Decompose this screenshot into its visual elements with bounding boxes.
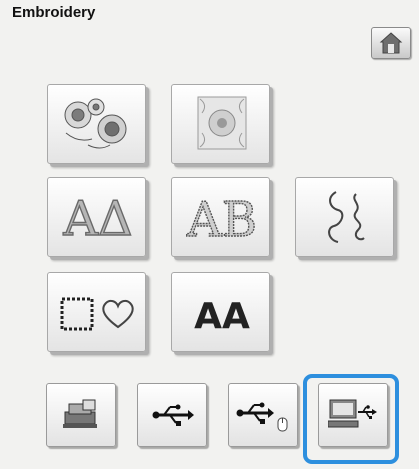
alphabet-decorative-icon: AB [185, 191, 257, 248]
alphabet-plain-icon: AΔ [62, 190, 134, 247]
usb-mouse-button[interactable] [228, 383, 298, 447]
frame-shapes-button[interactable] [47, 272, 146, 352]
usb-mouse-icon [236, 402, 288, 432]
usb-icon [152, 404, 194, 426]
selection-highlight [303, 374, 399, 464]
floral-frame-pattern-icon [197, 96, 247, 150]
flower-pattern-button[interactable] [47, 84, 146, 164]
machine-memory-button[interactable] [46, 383, 116, 447]
home-icon [379, 32, 403, 54]
alphabet-plain-button[interactable]: AΔ [47, 177, 146, 257]
usb-button[interactable] [137, 383, 207, 447]
frame-shapes-icon [60, 297, 134, 331]
utility-embroidery-button[interactable] [295, 177, 394, 257]
embroidery-screen: Embroidery AΔ AB AA [0, 0, 419, 469]
alphabet-outline-icon: AA [194, 296, 250, 337]
alphabet-decorative-button[interactable]: AB [171, 177, 270, 257]
svg-text:AA: AA [194, 296, 250, 337]
alphabet-outline-button[interactable]: AA [171, 272, 270, 352]
flower-pattern-icon [64, 98, 127, 149]
utility-embroidery-icon [328, 191, 365, 243]
home-button[interactable] [371, 27, 411, 59]
svg-text:AB: AB [186, 192, 257, 248]
page-title: Embroidery [12, 4, 96, 21]
svg-text:AΔ: AΔ [62, 191, 132, 247]
floral-frame-pattern-button[interactable] [171, 84, 270, 164]
machine-memory-icon [63, 399, 97, 428]
